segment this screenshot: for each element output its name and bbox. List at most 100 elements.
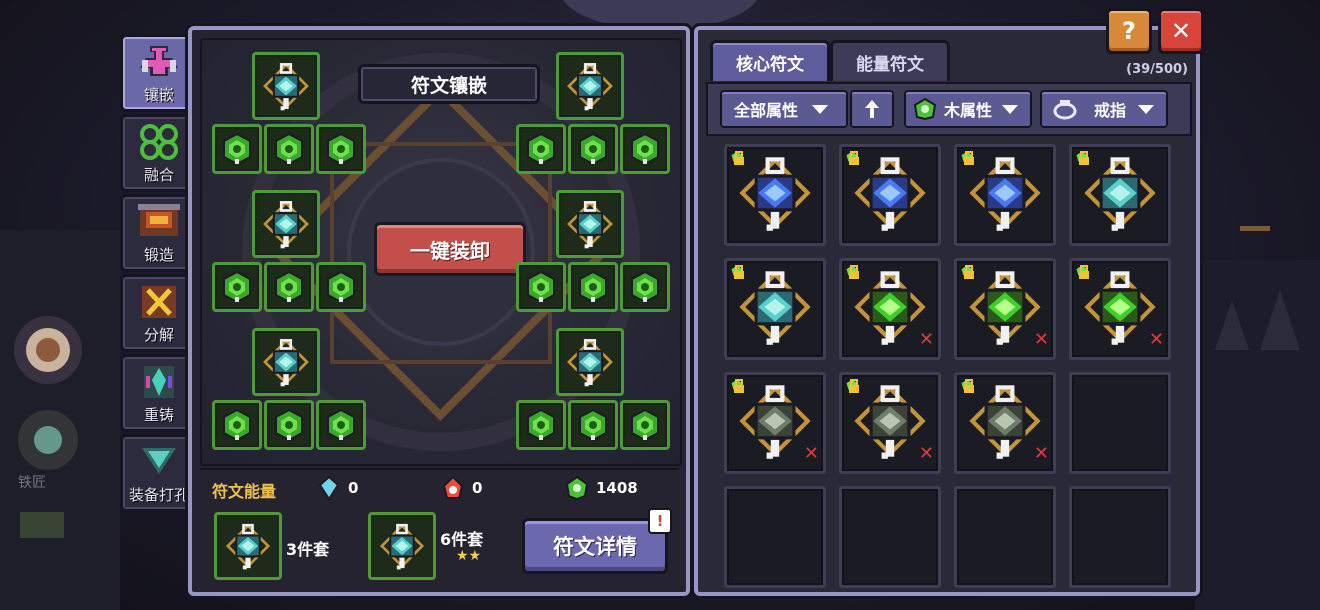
- lock-icon: [964, 151, 974, 165]
- tab-recast[interactable]: 重铸: [120, 354, 198, 432]
- energy-rune-slot[interactable]: [568, 124, 618, 174]
- energy-rune-slot[interactable]: [212, 262, 262, 312]
- energy-rune-slot[interactable]: [620, 262, 670, 312]
- energy-rune-slot[interactable]: [516, 124, 566, 174]
- set-6-icon[interactable]: [368, 512, 436, 580]
- incompatible-x-icon: ✕: [918, 329, 934, 350]
- energy-rune-slot[interactable]: [316, 124, 366, 174]
- element-filter-dropdown[interactable]: 木属性: [904, 90, 1032, 128]
- core-rune-slot[interactable]: [252, 328, 320, 396]
- set-6-stars: ★★: [456, 548, 482, 564]
- decompose-icon: [142, 286, 176, 318]
- npc-label: 铁匠: [18, 475, 46, 491]
- green-gem-icon: [223, 408, 251, 442]
- sort-button[interactable]: [850, 90, 894, 128]
- tab-fusion[interactable]: 融合: [120, 114, 198, 192]
- incompatible-x-icon: ✕: [918, 443, 934, 464]
- core-rune-slot[interactable]: [556, 328, 624, 396]
- slot-filter-label: 戒指: [1094, 101, 1127, 120]
- green-gem-icon: [631, 408, 659, 442]
- core-rune-slot[interactable]: [252, 52, 320, 120]
- set-rune-icon: [225, 523, 271, 570]
- energy-rune-slot[interactable]: [620, 124, 670, 174]
- rune-icon: [567, 201, 613, 249]
- rune-inventory-cell[interactable]: [839, 144, 941, 246]
- energy-rune-slot[interactable]: [212, 124, 262, 174]
- energy-rune-slot[interactable]: [516, 262, 566, 312]
- blue-energy-icon: [318, 476, 340, 500]
- attribute-filter-dropdown[interactable]: 全部属性: [720, 90, 848, 128]
- rune-inventory-cell[interactable]: ✕: [954, 372, 1056, 474]
- rune-grid: ✕ ✕ ✕ ✕ ✕ ✕: [706, 138, 1188, 588]
- green-gem-icon: [327, 132, 355, 166]
- green-gem-icon: [327, 408, 355, 442]
- tab-socket-drill[interactable]: 装备打孔: [120, 434, 198, 512]
- green-gem-icon: [631, 132, 659, 166]
- core-rune-slot[interactable]: [252, 190, 320, 258]
- rune-inventory-cell[interactable]: ✕: [954, 258, 1056, 360]
- empty-inventory-cell[interactable]: [1069, 372, 1171, 474]
- lock-icon: [964, 379, 974, 393]
- energy-rune-slot[interactable]: [516, 400, 566, 450]
- tab-forge[interactable]: 锻造: [120, 194, 198, 272]
- rune-inventory-cell[interactable]: [954, 144, 1056, 246]
- rune-inventory-cell[interactable]: [724, 258, 826, 360]
- lock-icon: [1079, 265, 1089, 279]
- rune-inventory-cell[interactable]: [724, 144, 826, 246]
- notice-badge: !: [648, 508, 672, 534]
- incompatible-x-icon: ✕: [803, 443, 819, 464]
- energy-rune-slot[interactable]: [264, 124, 314, 174]
- close-button[interactable]: ✕: [1158, 8, 1204, 54]
- help-button[interactable]: ?: [1106, 8, 1152, 54]
- element-filter-label: 木属性: [944, 101, 993, 120]
- rune-inventory-cell[interactable]: ✕: [839, 258, 941, 360]
- energy-rune-slot[interactable]: [316, 262, 366, 312]
- energy-rune-slot[interactable]: [568, 262, 618, 312]
- rune-inventory-panel: 核心符文 能量符文 (39/500) 全部属性 木属性 戒指 ✕ ✕ ✕ ✕ ✕…: [694, 26, 1200, 596]
- tab-decompose-label: 分解: [143, 326, 174, 344]
- empty-inventory-cell[interactable]: [954, 486, 1056, 588]
- set-rune-icon: [379, 523, 425, 570]
- energy-rune-slot[interactable]: [264, 400, 314, 450]
- energy-rune-slot[interactable]: [264, 262, 314, 312]
- rune-icon: [854, 157, 926, 231]
- empty-inventory-cell[interactable]: [1069, 486, 1171, 588]
- tab-decompose[interactable]: 分解: [120, 274, 198, 352]
- green-energy-icon: [566, 476, 588, 500]
- up-arrow-icon: [865, 100, 879, 118]
- energy-rune-slot[interactable]: [316, 400, 366, 450]
- core-rune-slot[interactable]: [556, 52, 624, 120]
- energy-rune-slot[interactable]: [620, 400, 670, 450]
- green-energy-value: 1408: [596, 479, 638, 497]
- rune-inventory-cell[interactable]: ✕: [1069, 258, 1171, 360]
- set-3-icon[interactable]: [214, 512, 282, 580]
- fusion-icon: [140, 124, 178, 160]
- energy-rune-slot[interactable]: [568, 400, 618, 450]
- core-rune-slot[interactable]: [556, 190, 624, 258]
- set-6-label: 6件套: [440, 530, 484, 549]
- rune-icon: [567, 339, 613, 387]
- rune-inventory-cell[interactable]: ✕: [839, 372, 941, 474]
- rune-inventory-cell[interactable]: ✕: [724, 372, 826, 474]
- energy-rune-slot[interactable]: [212, 400, 262, 450]
- rune-inlay-panel: 符文镶嵌 一键装卸 符文能量 0 0 1408 3件套 6件套 ★★ 符文详情 …: [188, 26, 690, 596]
- rune-detail-button[interactable]: 符文详情: [522, 518, 668, 574]
- rune-inventory-cell[interactable]: [1069, 144, 1171, 246]
- tab-core-runes[interactable]: 核心符文: [710, 40, 830, 81]
- set-bonus-row: 3件套 6件套 ★★ 符文详情 !: [200, 506, 678, 588]
- attribute-filter-label: 全部属性: [734, 101, 799, 120]
- green-gem-icon: [527, 132, 555, 166]
- empty-inventory-cell[interactable]: [724, 486, 826, 588]
- lock-icon: [734, 151, 744, 165]
- empty-inventory-cell[interactable]: [839, 486, 941, 588]
- green-gem-icon: [223, 132, 251, 166]
- green-gem-icon: [275, 270, 303, 304]
- green-gem-icon: [579, 132, 607, 166]
- red-energy-value: 0: [472, 479, 483, 497]
- tab-energy-runes[interactable]: 能量符文: [830, 40, 950, 81]
- rune-icon: [263, 63, 309, 111]
- tab-inlay[interactable]: 镶嵌: [120, 34, 198, 112]
- unequip-all-button[interactable]: 一键装卸: [374, 222, 526, 276]
- slot-filter-dropdown[interactable]: 戒指: [1040, 90, 1168, 128]
- lock-icon: [849, 379, 859, 393]
